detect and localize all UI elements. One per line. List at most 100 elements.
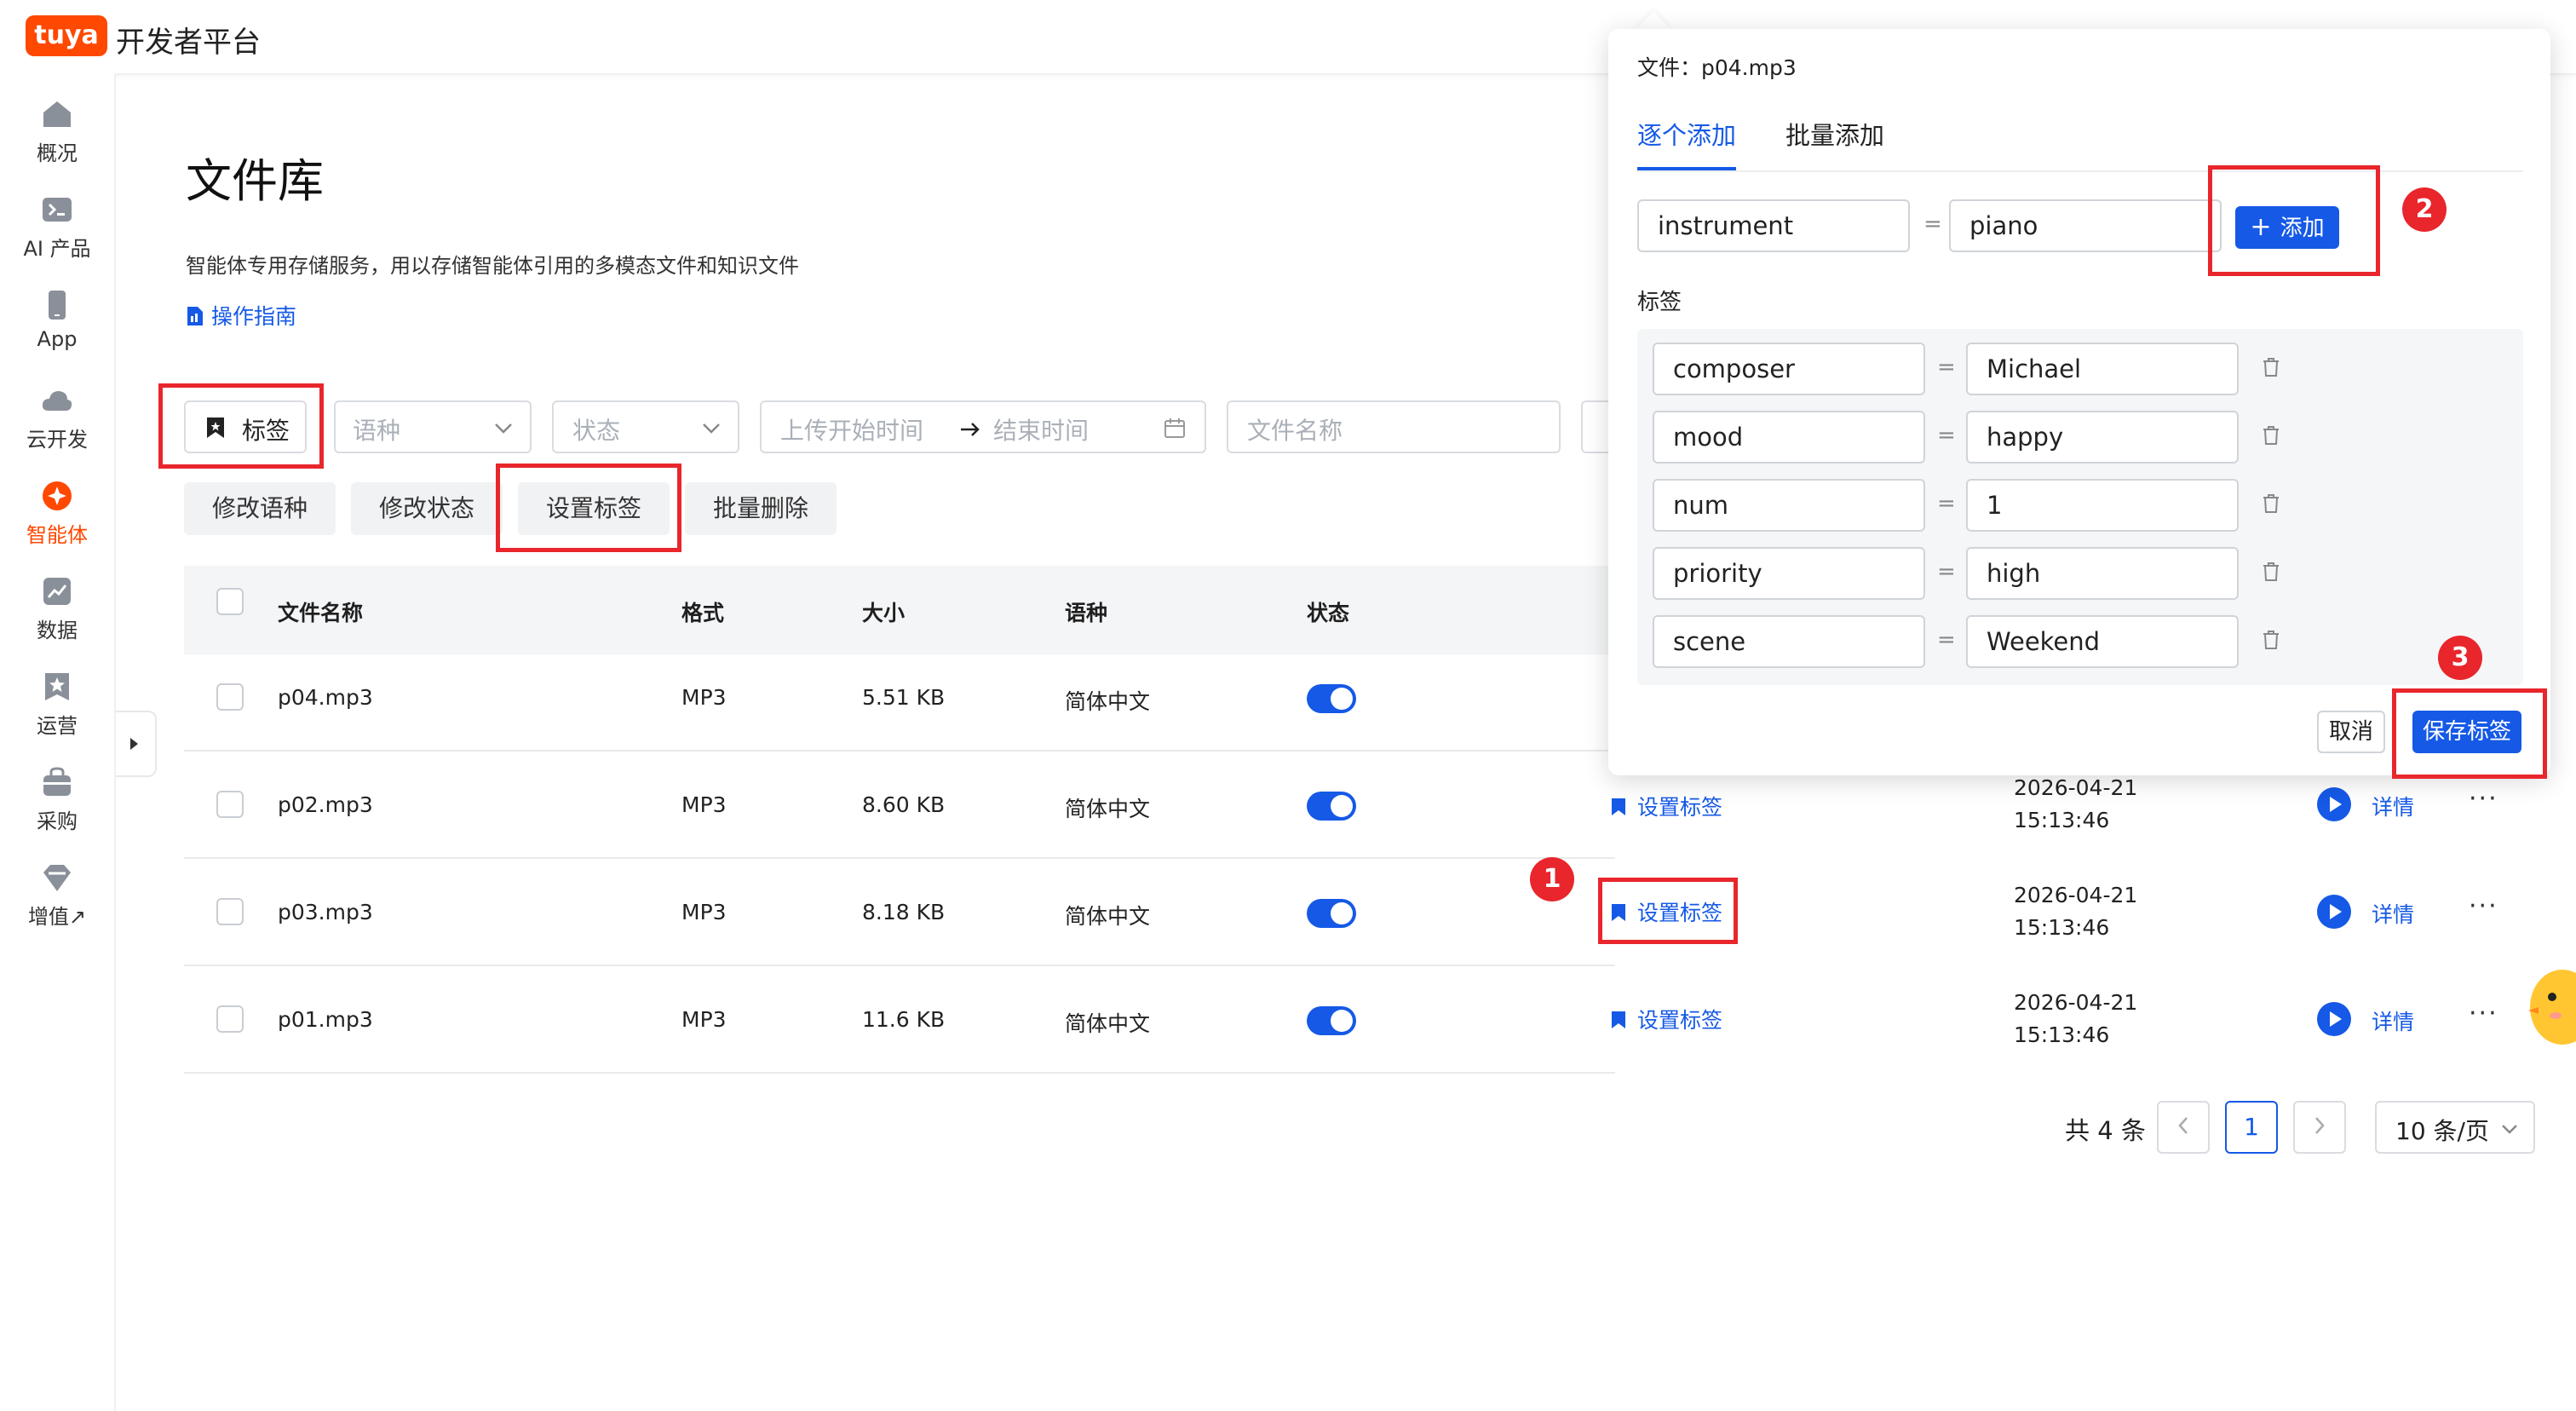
row-format: MP3 [681,900,727,924]
sidebar-item-cloud-dev[interactable]: 云开发 [0,383,114,452]
tag-value-input[interactable]: Michael [1966,343,2239,395]
row-divider [184,857,1615,859]
status-select[interactable]: 状态 [552,400,739,453]
row-more-menu[interactable]: ··· [2469,891,2498,921]
play-button[interactable] [2317,895,2351,929]
row-format: MP3 [681,685,727,710]
row-time: 15:13:46 [2014,808,2110,832]
tag-value-input[interactable]: Weekend [1966,615,2239,668]
row-status-toggle[interactable] [1307,1006,1356,1035]
tag-key-input[interactable]: num [1653,479,1925,532]
chevron-down-icon [2502,1125,2517,1134]
new-tag-value-input[interactable]: piano [1949,199,2222,252]
filename-placeholder: 文件名称 [1247,417,1343,445]
trash-icon[interactable] [2263,631,2280,649]
end-time-placeholder: 结束时间 [993,417,1090,445]
trash-icon[interactable] [2263,494,2280,513]
row-more-menu[interactable]: ··· [2469,784,2498,814]
diamond-icon [43,865,71,891]
tag-value-input[interactable]: high [1966,547,2239,600]
language-select[interactable]: 语种 [334,400,532,453]
row-set-tags-link[interactable]: 设置标签 [1610,1004,1722,1034]
play-button[interactable] [2317,787,2351,821]
row-divider [184,750,1615,752]
sidebar-item-operations[interactable]: 运营 [0,670,114,739]
pagination-next-button[interactable] [2293,1101,2346,1154]
row-detail-link[interactable]: 详情 [2372,898,2414,929]
cancel-button[interactable]: 取消 [2317,711,2385,753]
column-header-size: 大小 [862,601,906,625]
agent-icon [43,481,72,510]
row-size: 8.60 KB [862,792,946,817]
trash-icon[interactable] [2263,426,2280,445]
row-detail-link[interactable]: 详情 [2372,1005,2414,1036]
tab-add-batch[interactable]: 批量添加 [1785,116,1884,152]
row-checkbox[interactable] [216,1005,244,1033]
tuya-logo[interactable]: tuya [26,15,107,56]
sidebar-item-value-added[interactable]: 增值↗ [0,861,114,930]
pagination-page-1[interactable]: 1 [2225,1101,2278,1154]
sidebar-item-label: 云开发 [26,428,88,452]
equals-sign: = [1937,423,1956,448]
row-more-menu[interactable]: ··· [2469,999,2498,1028]
modify-status-button[interactable]: 修改状态 [351,482,503,535]
page-size-select[interactable]: 10 条/页 [2375,1101,2535,1154]
pagination-prev-button[interactable] [2157,1101,2210,1154]
row-format: MP3 [681,792,727,817]
row-detail-link[interactable]: 详情 [2372,791,2414,821]
sidebar-item-label: 增值↗ [27,905,87,929]
phone-icon [49,291,66,320]
select-all-checkbox[interactable] [216,588,244,615]
star-badge-icon [45,673,69,700]
row-checkbox[interactable] [216,898,244,925]
sidebar-item-purchase[interactable]: 采购 [0,765,114,834]
modify-language-button[interactable]: 修改语种 [184,482,336,535]
tab-divider [1637,170,2523,172]
sidebar-item-app[interactable]: App [0,288,114,351]
sidebar-collapse-toggle[interactable] [116,711,157,777]
tag-key-input[interactable]: priority [1653,547,1925,600]
row-status-toggle[interactable] [1307,899,1356,928]
step-marker-3: 3 [2438,636,2482,680]
row-format: MP3 [681,1007,727,1032]
chevron-left-icon [2178,1117,2188,1134]
tag-value-input[interactable]: happy [1966,411,2239,464]
batch-delete-button[interactable]: 批量删除 [685,482,837,535]
document-icon [187,307,203,325]
row-language: 简体中文 [1065,689,1151,714]
guide-link[interactable]: 操作指南 [186,300,296,331]
trash-icon[interactable] [2263,562,2280,581]
sidebar-item-label: 智能体 [26,523,88,547]
sidebar-item-overview[interactable]: 概况 [0,97,114,166]
tag-key-input[interactable]: mood [1653,411,1925,464]
row-language: 简体中文 [1065,904,1151,929]
row-language: 简体中文 [1065,1011,1151,1036]
assistant-mascot-icon[interactable] [2521,963,2576,1048]
sidebar-item-label: 采购 [37,809,78,833]
sidebar-item-ai-product[interactable]: AI 产品 [0,193,114,262]
column-header-language: 语种 [1065,601,1108,625]
tag-key-input[interactable]: scene [1653,615,1925,668]
row-set-tags-label: 设置标签 [1637,1008,1723,1033]
sidebar-item-agent[interactable]: 智能体 [0,479,114,548]
filename-search-input[interactable]: 文件名称 [1227,400,1561,453]
row-checkbox[interactable] [216,791,244,818]
row-set-tags-link[interactable]: 设置标签 [1610,791,1722,821]
equals-sign: = [1923,211,1942,237]
upload-date-range-picker[interactable]: 上传开始时间 结束时间 [760,400,1206,453]
tag-key-input[interactable]: composer [1653,343,1925,395]
tab-add-single[interactable]: 逐个添加 [1637,116,1736,152]
trash-icon[interactable] [2263,358,2280,377]
play-button[interactable] [2317,1002,2351,1036]
row-file-name: p02.mp3 [278,792,373,817]
row-updated-time: 2026-04-21 15:13:46 [2014,772,2137,837]
row-time: 15:13:46 [2014,1022,2110,1047]
pagination-total: 共 4 条 [2065,1116,2146,1145]
tag-value-input[interactable]: 1 [1966,479,2239,532]
row-status-toggle[interactable] [1307,792,1356,821]
row-status-toggle[interactable] [1307,684,1356,713]
row-checkbox[interactable] [216,683,244,711]
new-tag-key-input[interactable]: instrument [1637,199,1910,252]
cloud-icon [42,391,72,411]
sidebar-item-data[interactable]: 数据 [0,574,114,643]
